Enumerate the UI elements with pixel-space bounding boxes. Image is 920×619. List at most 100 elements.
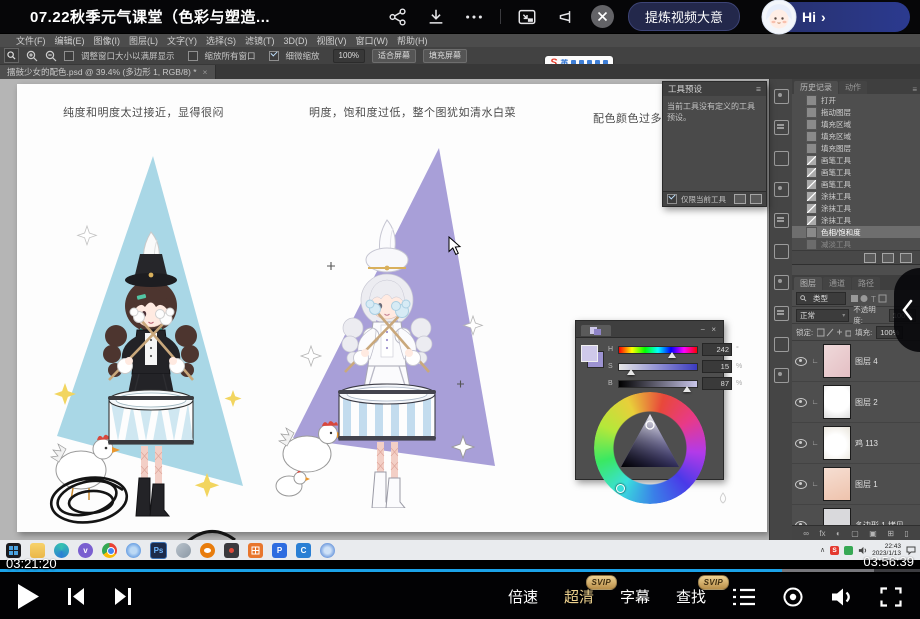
chrome-icon bbox=[102, 542, 117, 558]
progress-played bbox=[0, 569, 782, 572]
close-icon[interactable] bbox=[590, 5, 614, 28]
ps-document-tab-bar: 擂鼓少女的配色.psd @ 39.4% (多边形 1, RGB/8) * × bbox=[0, 64, 920, 79]
document-tab: 擂鼓少女的配色.psd @ 39.4% (多边形 1, RGB/8) * × bbox=[0, 65, 216, 79]
next-button[interactable] bbox=[113, 588, 132, 605]
current-tool-only-checkbox bbox=[667, 194, 677, 204]
video-player-window: 07.22秋季元气课堂（色彩与塑造... 提炼视频大意 Hi › 文件(F) 编… bbox=[0, 0, 920, 619]
lock-icons bbox=[817, 328, 852, 336]
annotation-2: 明度，饱和度过低，整个图犹如清水白菜 bbox=[309, 107, 516, 119]
volume-icon[interactable] bbox=[830, 587, 854, 607]
layers-footer-icons: ∞ fx ◐ ▢ ▣ ⊞ ▯ bbox=[792, 525, 920, 540]
ps-menu-help: 帮助(H) bbox=[397, 36, 428, 46]
p-app-icon: P bbox=[272, 542, 287, 558]
zoom-100-button: 100% bbox=[332, 48, 366, 63]
mini-player-icon[interactable] bbox=[553, 5, 577, 29]
zoom-all-checkbox bbox=[187, 50, 198, 61]
history-footer-icons bbox=[792, 250, 920, 265]
zoom-tool-icon bbox=[4, 48, 19, 63]
v-app-icon: v bbox=[78, 542, 93, 558]
c-app-icon: C bbox=[296, 542, 311, 558]
hsv-color-wheel bbox=[593, 392, 726, 504]
assistant-avatar bbox=[760, 0, 798, 36]
more-icon[interactable] bbox=[462, 5, 486, 29]
tool-presets-panel: 工具预设 ≡ 当前工具没有定义的工具预设。 仅限当前工具 bbox=[662, 81, 767, 207]
quality-button[interactable]: 超清 bbox=[564, 589, 594, 606]
filter-type-icons: T bbox=[851, 294, 887, 303]
bright-unit: % bbox=[736, 380, 743, 387]
summarize-video-button[interactable]: 提炼视频大意 bbox=[627, 2, 740, 31]
saturation-slider bbox=[618, 362, 698, 375]
ps-workspace: 纯度和明度太过接近，显得很闷 明度，饱和度过低，整个图犹如清水白菜 配色颜色过多… bbox=[0, 79, 920, 540]
record-icon[interactable] bbox=[782, 586, 804, 608]
ps-menu-3d: 3D(D) bbox=[283, 35, 308, 46]
lock-label: 锁定: bbox=[796, 327, 814, 337]
hue-label: H bbox=[608, 346, 614, 353]
trash-icon bbox=[750, 194, 762, 204]
tab-paths: 路径 bbox=[852, 277, 880, 290]
app-swirl-icon bbox=[126, 542, 141, 558]
playlist-side-toggle[interactable] bbox=[894, 268, 920, 352]
dark-app-icon bbox=[224, 542, 239, 558]
fullscreen-icon[interactable] bbox=[880, 586, 902, 607]
tool-presets-empty-text: 当前工具没有定义的工具预设。 bbox=[663, 96, 766, 192]
ps-menu-window: 窗口(W) bbox=[355, 36, 389, 46]
layer-filter-select: 类型 bbox=[796, 291, 846, 305]
tab-history: 历史记录 bbox=[794, 81, 838, 94]
bright-value: 87 bbox=[702, 377, 732, 390]
tray-green-icon bbox=[844, 545, 854, 555]
chevron-right-icon: › bbox=[821, 8, 826, 25]
panel-menu-icon: ≡ bbox=[756, 84, 761, 94]
previous-button[interactable] bbox=[67, 588, 86, 605]
assistant-hi-button[interactable]: Hi › bbox=[761, 0, 910, 34]
illustration-drummer-girl-light bbox=[275, 148, 495, 508]
hue-slider bbox=[618, 345, 698, 358]
tab-channels: 通道 bbox=[823, 277, 851, 290]
search-in-video-button[interactable]: 查找 bbox=[676, 589, 706, 606]
ps-menu-edit: 编辑(E) bbox=[54, 36, 85, 46]
tab-layers: 图层 bbox=[794, 277, 822, 290]
video-title: 07.22秋季元气课堂（色彩与塑造... bbox=[30, 9, 271, 26]
current-time: 03:21:20 bbox=[6, 556, 57, 571]
ps-menu-image: 图像(I) bbox=[93, 36, 121, 46]
blend-mode-select: 正常 ▾ bbox=[796, 308, 850, 322]
ps-menu-file: 文件(F) bbox=[16, 36, 46, 46]
ink-scribble-arc bbox=[187, 530, 236, 540]
ink-scribble bbox=[49, 476, 129, 524]
sat-value: 15 bbox=[702, 360, 732, 373]
color-panel-tab bbox=[581, 325, 611, 336]
hue-value: 242 bbox=[702, 343, 732, 356]
panel-window-buttons: − × bbox=[700, 324, 718, 334]
fill-label: 填充: bbox=[855, 327, 873, 337]
player-control-bar: 倍速 超清 SVIP 字幕 查找 SVIP bbox=[0, 574, 920, 619]
resize-windows-checkbox bbox=[64, 50, 74, 61]
photoshop-icon: Ps bbox=[150, 541, 167, 559]
bright-label: B bbox=[608, 380, 613, 387]
share-icon[interactable] bbox=[386, 5, 410, 29]
color-wheel-panel: − × H 242 ° S 15 % B 87 % bbox=[575, 320, 742, 504]
svg-text:T: T bbox=[871, 295, 876, 303]
top-bar: 07.22秋季元气课堂（色彩与塑造... 提炼视频大意 Hi › bbox=[0, 0, 920, 34]
blue-swirl-icon bbox=[320, 542, 335, 558]
fill-screen-button: 填充屏幕 bbox=[423, 48, 468, 63]
playlist-icon[interactable] bbox=[732, 587, 756, 607]
duration-time: 03:56:39 bbox=[863, 554, 914, 569]
ps-menu-view: 视图(V) bbox=[316, 36, 347, 46]
tray-time: 22:43 bbox=[884, 543, 901, 550]
hue-unit: ° bbox=[736, 346, 739, 353]
ps-options-bar: 调整窗口大小以满屏显示 缩放所有窗口 细微缩放 100% 适合屏幕 填充屏幕 S… bbox=[0, 47, 920, 70]
collapsed-panel-strip bbox=[770, 79, 793, 540]
picture-in-picture-icon[interactable] bbox=[515, 5, 539, 29]
brightness-slider bbox=[618, 379, 698, 392]
eyedrop-icon bbox=[719, 492, 726, 504]
subtitle-button[interactable]: 字幕 bbox=[620, 586, 650, 607]
history-selected-state: 色相/饱和度 bbox=[792, 226, 920, 238]
video-content-photoshop-frame[interactable]: 文件(F) 编辑(E) 图像(I) 图层(L) 文字(Y) 选择(S) 滤镜(T… bbox=[0, 34, 920, 560]
progress-bar[interactable] bbox=[0, 569, 920, 572]
play-button[interactable] bbox=[16, 583, 40, 610]
svip-badge-search: SVIP bbox=[697, 575, 729, 590]
illustration-drummer-girl-dark bbox=[50, 156, 243, 517]
download-icon[interactable] bbox=[424, 5, 448, 29]
svip-badge-quality: SVIP bbox=[585, 575, 617, 590]
ps-menu-layer: 图层(L) bbox=[129, 36, 158, 46]
playback-speed-button[interactable]: 倍速 bbox=[508, 586, 538, 607]
